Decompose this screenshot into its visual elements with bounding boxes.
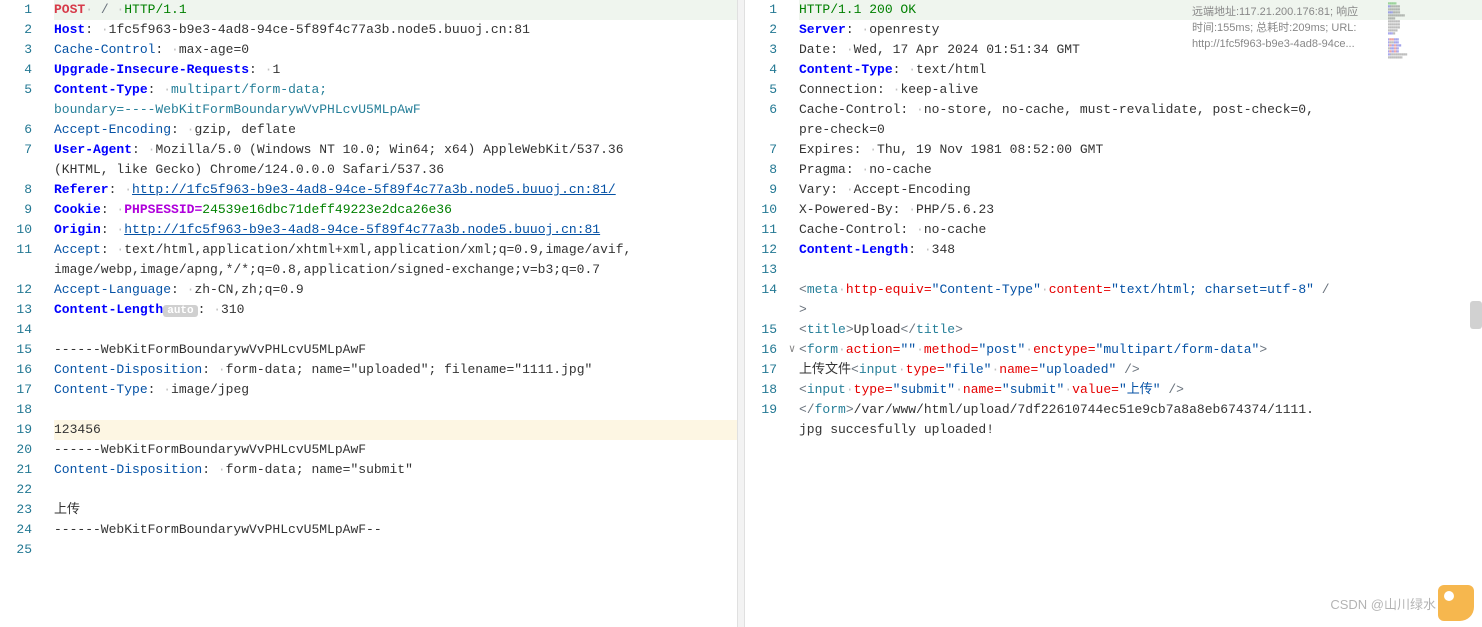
referer-link[interactable]: http://1fc5f963-b9e3-4ad8-94ce-5f89f4c77… [132, 182, 616, 197]
response-info-tooltip: 远端地址:117.21.200.176:81; 响应 时间:155ms; 总耗时… [1192, 4, 1382, 52]
scrollbar-thumb[interactable] [1470, 301, 1482, 329]
request-pane[interactable]: 12345 678910 1112131415 161718192021 222… [0, 0, 737, 627]
request-fold-gutter [40, 0, 54, 627]
request-line-gutter: 12345 678910 1112131415 161718192021 222… [0, 0, 40, 627]
request-body-payload[interactable]: 123456 [54, 420, 737, 440]
auto-badge: auto [163, 305, 197, 317]
response-line-gutter: 123456 78910111213 141516171819 [745, 0, 785, 627]
response-fold-gutter: ∨ [785, 0, 799, 627]
fold-chevron-icon[interactable]: ∨ [785, 340, 799, 360]
origin-link[interactable]: http://1fc5f963-b9e3-4ad8-94ce-5f89f4c77… [124, 222, 600, 237]
minimap[interactable]: ███████ ██████████ ██████████ ██████████… [1388, 2, 1478, 92]
vertical-splitter[interactable] [737, 0, 745, 627]
request-code[interactable]: POST· / ·HTTP/1.1 Host: ·1fc5f963-b9e3-4… [54, 0, 737, 627]
response-code[interactable]: HTTP/1.1 200 OK Server: ·openresty Date:… [799, 0, 1482, 627]
response-pane[interactable]: 123456 78910111213 141516171819 ∨ HTTP/1… [745, 0, 1482, 627]
